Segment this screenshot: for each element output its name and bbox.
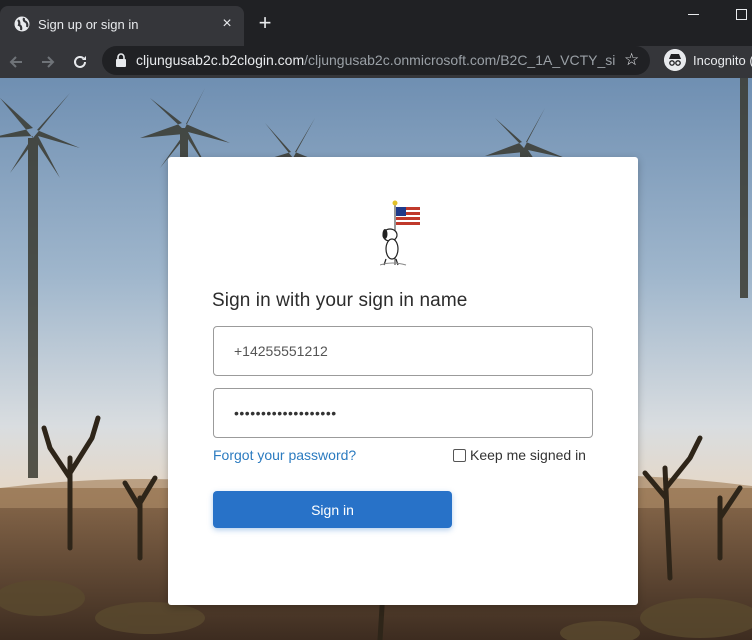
password-input[interactable] [214,389,592,437]
close-tab-icon[interactable]: × [218,15,236,33]
minimize-window-icon[interactable] [688,8,699,20]
username-field[interactable] [213,326,593,376]
tab-strip: Sign up or sign in × + [0,0,752,46]
signin-card: Sign in with your sign in name Forgot yo… [168,157,638,605]
keep-signed-in-row[interactable]: Keep me signed in [453,447,586,463]
lock-icon [116,53,126,67]
forward-arrow-icon [42,56,55,68]
forward-button[interactable] [36,50,60,74]
keep-signed-in-checkbox[interactable] [453,448,466,462]
password-field[interactable] [213,388,593,438]
back-arrow-icon [9,56,22,68]
browser-toolbar: cljungusab2c.b2clogin.com/cljungusab2c.o… [0,46,752,78]
forgot-password-link[interactable]: Forgot your password? [213,447,356,463]
tab-title: Sign up or sign in [38,17,139,32]
reload-button[interactable] [68,50,92,74]
browser-tab[interactable]: Sign up or sign in × [0,6,244,46]
star-icon[interactable]: ☆ [624,51,639,69]
incognito-profile[interactable]: Incognito (2 [660,46,752,75]
page-viewport: Sign in with your sign in name Forgot yo… [0,78,752,640]
new-tab-button[interactable]: + [254,12,276,34]
incognito-icon [664,49,686,71]
back-button[interactable] [4,50,28,74]
signin-button[interactable]: Sign in [213,491,452,528]
address-bar[interactable]: cljungusab2c.b2clogin.com/cljungusab2c.o… [102,46,650,75]
reload-icon [74,55,86,68]
url-text: cljungusab2c.b2clogin.com/cljungusab2c.o… [136,52,616,68]
profile-label: Incognito (2 [693,53,752,68]
username-input[interactable] [214,327,592,375]
keep-signed-in-label[interactable]: Keep me signed in [470,447,586,463]
maximize-window-icon[interactable] [736,9,747,20]
globe-icon [14,16,30,32]
snoopy-flag-logo [380,200,420,266]
page-title: Sign in with your sign in name [212,290,468,311]
